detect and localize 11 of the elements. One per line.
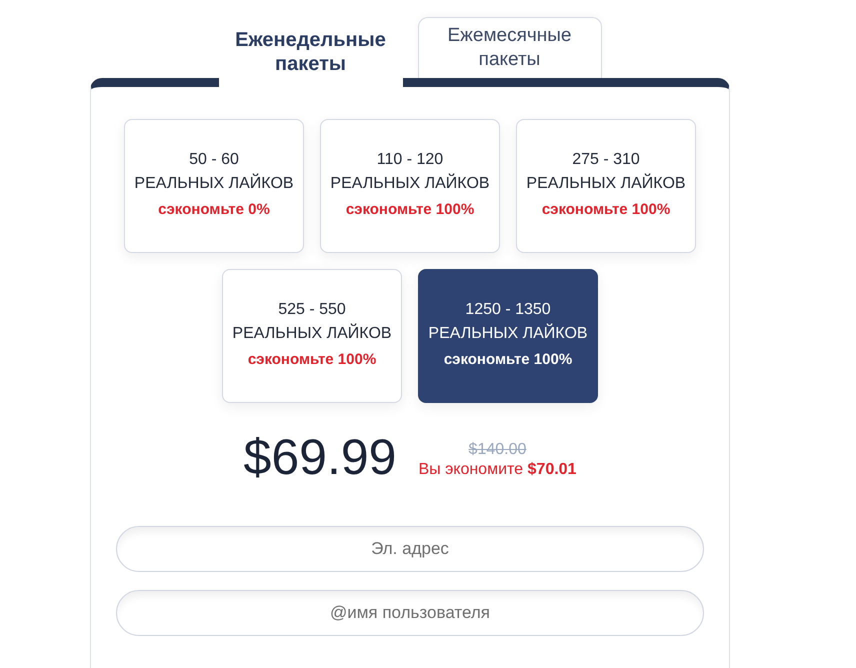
old-price: $140.00 bbox=[468, 440, 526, 460]
package-option[interactable]: 110 - 120 РЕАЛЬНЫХ ЛАЙКОВ сэкономьте 100% bbox=[320, 119, 500, 253]
savings-text: Вы экономите $70.01 bbox=[418, 460, 576, 480]
package-option[interactable]: 275 - 310 РЕАЛЬНЫХ ЛАЙКОВ сэкономьте 100% bbox=[516, 119, 696, 253]
price: $69.99 bbox=[244, 429, 396, 486]
package-option[interactable]: 1250 - 1350 РЕАЛЬНЫХ ЛАЙКОВ сэкономьте 100% bbox=[418, 269, 598, 403]
package-option[interactable]: 525 - 550 РЕАЛЬНЫХ ЛАЙКОВ сэкономьте 100% bbox=[222, 269, 402, 403]
input-field[interactable]: @имя пользователя bbox=[116, 590, 704, 636]
input-field[interactable]: Эл. адрес bbox=[116, 526, 704, 572]
package-option[interactable]: 50 - 60 РЕАЛЬНЫХ ЛАЙКОВ сэкономьте 0% bbox=[124, 119, 304, 253]
tab[interactable]: Ежемесячные пакеты bbox=[418, 17, 602, 78]
